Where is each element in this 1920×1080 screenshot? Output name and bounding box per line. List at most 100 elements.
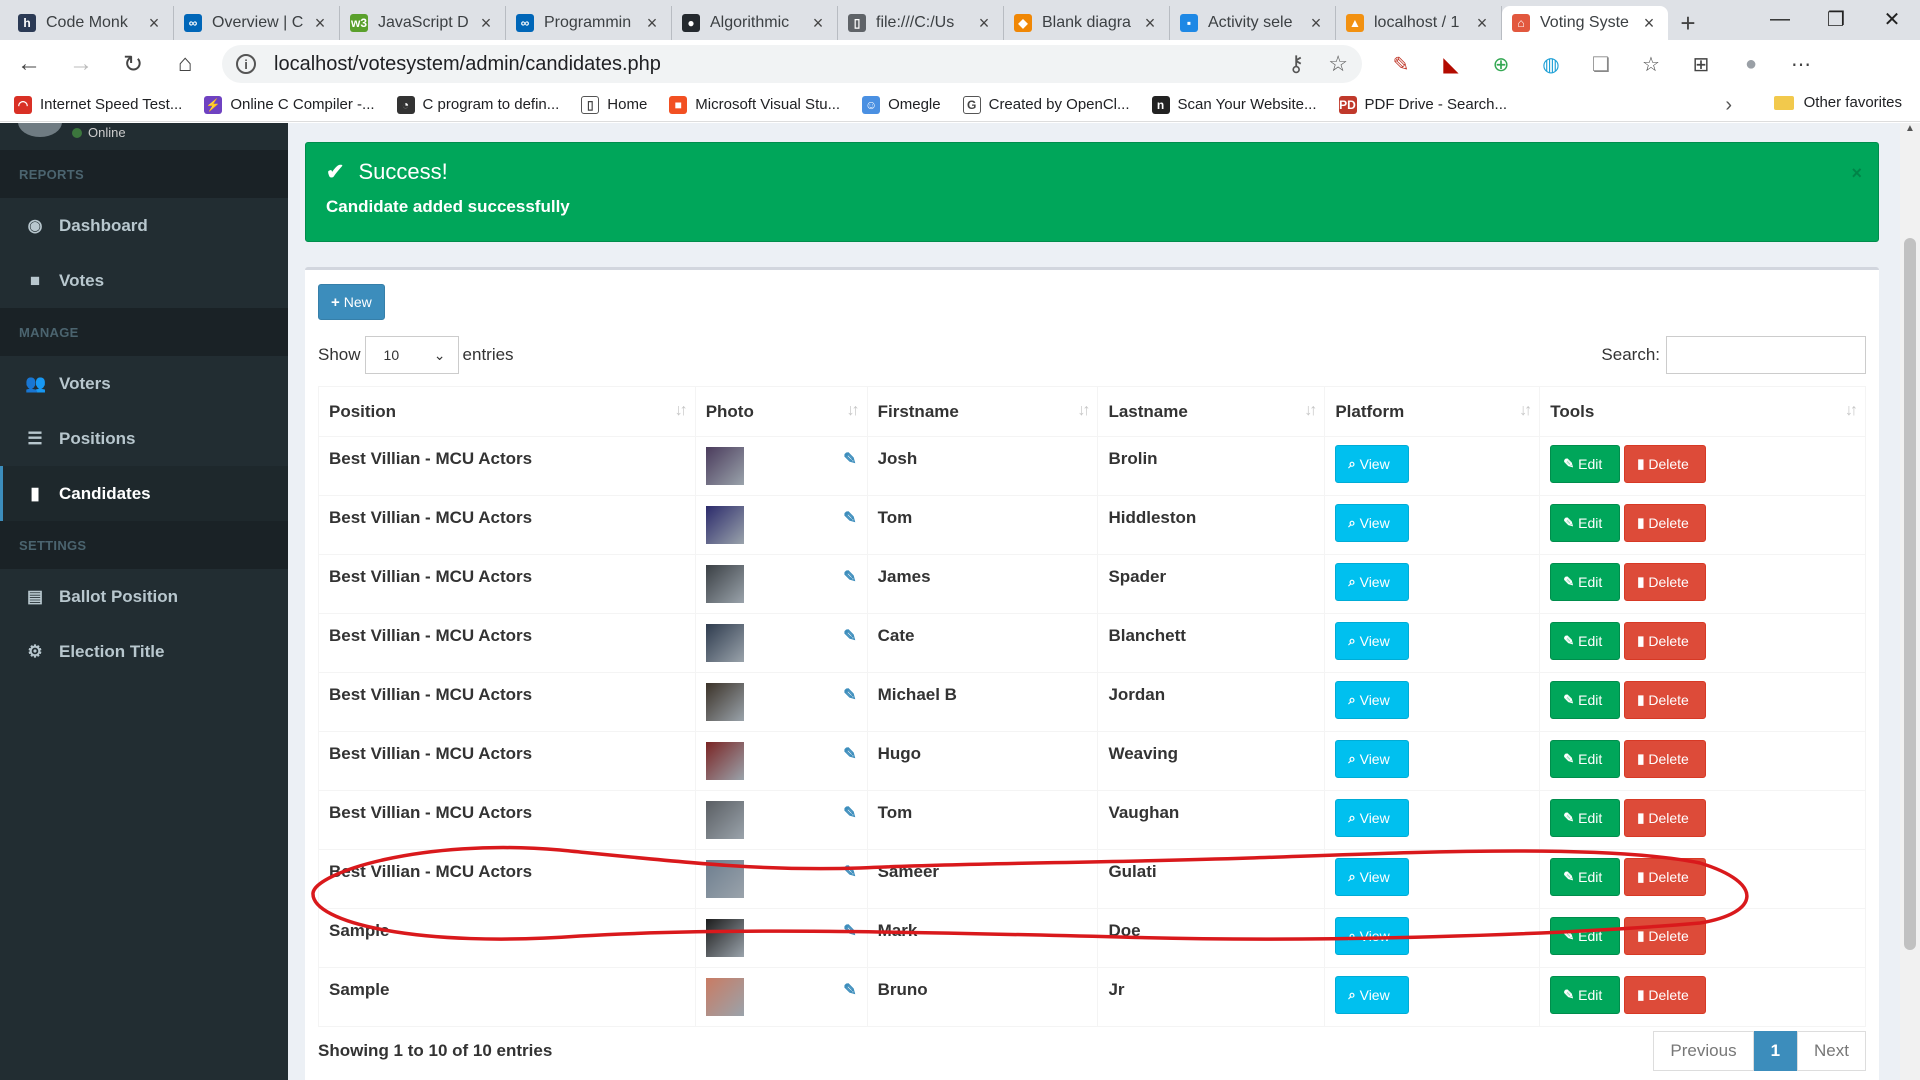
delete-button[interactable]: ▮ Delete <box>1624 858 1707 896</box>
column-header-platform[interactable]: Platform ↓↑ <box>1324 386 1541 437</box>
collections-icon[interactable]: ⊞ <box>1676 44 1726 84</box>
new-candidate-button[interactable]: + New <box>318 284 385 320</box>
edit-button[interactable]: ✎ Edit <box>1550 622 1621 660</box>
delete-button[interactable]: ▮ Delete <box>1624 622 1707 660</box>
bookmark-item[interactable]: ◠ Internet Speed Test... <box>14 95 182 114</box>
view-platform-button[interactable]: ⌕ View <box>1335 504 1410 542</box>
edit-button[interactable]: ✎ Edit <box>1550 740 1621 778</box>
profile-icon[interactable]: ● <box>1726 44 1776 84</box>
home-icon[interactable]: ⌂ <box>162 44 208 84</box>
browser-tab[interactable]: ∞ Programmin × <box>506 6 672 40</box>
delete-button[interactable]: ▮ Delete <box>1624 681 1707 719</box>
pdf-extension-icon[interactable]: ◣ <box>1426 44 1476 84</box>
bookmark-item[interactable]: G Created by OpenCl... <box>962 95 1130 114</box>
edit-button[interactable]: ✎ Edit <box>1550 563 1621 601</box>
bookmark-item[interactable]: ◔ C program to defin... <box>396 95 559 114</box>
tab-close-icon[interactable]: × <box>643 13 661 34</box>
edit-photo-icon[interactable]: ✎ <box>843 980 856 1000</box>
bookmark-item[interactable]: ■ Microsoft Visual Stu... <box>669 95 840 114</box>
bookmark-item[interactable]: n Scan Your Website... <box>1151 95 1317 114</box>
view-platform-button[interactable]: ⌕ View <box>1335 445 1410 483</box>
edit-button[interactable]: ✎ Edit <box>1550 681 1621 719</box>
view-platform-button[interactable]: ⌕ View <box>1335 976 1410 1014</box>
site-info-icon[interactable]: i <box>236 54 256 74</box>
scrollbar-thumb[interactable] <box>1904 238 1916 950</box>
star-icon[interactable]: ☆ <box>1328 51 1348 77</box>
column-header-lastname[interactable]: Lastname ↓↑ <box>1097 386 1326 437</box>
column-header-firstname[interactable]: Firstname ↓↑ <box>866 386 1099 437</box>
edit-photo-icon[interactable]: ✎ <box>843 508 856 528</box>
other-favorites[interactable]: Other favorites <box>1773 94 1902 111</box>
url-field[interactable]: i localhost/votesystem/admin/candidates.… <box>222 45 1362 83</box>
bookmark-item[interactable]: PD PDF Drive - Search... <box>1338 95 1507 114</box>
tab-close-icon[interactable]: × <box>1640 13 1658 34</box>
url-text[interactable]: localhost/votesystem/admin/candidates.ph… <box>274 53 1264 76</box>
sidebar-item-positions[interactable]: ☰ Positions <box>0 411 288 466</box>
edit-photo-icon[interactable]: ✎ <box>843 803 856 823</box>
key-icon[interactable]: ⚷ <box>1288 51 1304 77</box>
view-platform-button[interactable]: ⌕ View <box>1335 799 1410 837</box>
edit-photo-icon[interactable]: ✎ <box>843 921 856 941</box>
previous-page-button[interactable]: Previous <box>1653 1031 1754 1071</box>
view-platform-button[interactable]: ⌕ View <box>1335 917 1410 955</box>
sidebar-item-votes[interactable]: ■ Votes <box>0 253 288 308</box>
close-window-icon[interactable]: ✕ <box>1864 0 1920 38</box>
edit-button[interactable]: ✎ Edit <box>1550 858 1621 896</box>
edit-button[interactable]: ✎ Edit <box>1550 504 1621 542</box>
next-page-button[interactable]: Next <box>1797 1031 1866 1071</box>
page-1-button[interactable]: 1 <box>1753 1031 1798 1071</box>
delete-button[interactable]: ▮ Delete <box>1624 740 1707 778</box>
browser-tab[interactable]: ▪ Activity sele × <box>1170 6 1336 40</box>
bookmark-item[interactable]: ☺ Omegle <box>862 95 941 114</box>
tab-close-icon[interactable]: × <box>1473 13 1491 34</box>
browser-tab[interactable]: ∞ Overview | C × <box>174 6 340 40</box>
browser-tab[interactable]: w3 JavaScript D × <box>340 6 506 40</box>
sidebar-item-dashboard[interactable]: ◉ Dashboard <box>0 198 288 253</box>
alert-close-button[interactable]: × <box>1851 163 1862 184</box>
collections-extension-icon[interactable]: ❏ <box>1576 44 1626 84</box>
edge-extension-icon[interactable]: ◍ <box>1526 44 1576 84</box>
browser-tab[interactable]: ▲ localhost / 1 × <box>1336 6 1502 40</box>
edit-button[interactable]: ✎ Edit <box>1550 976 1621 1014</box>
delete-button[interactable]: ▮ Delete <box>1624 917 1707 955</box>
column-header-tools[interactable]: Tools ↓↑ <box>1539 386 1866 437</box>
sidebar-item-candidates[interactable]: ▮ Candidates <box>0 466 288 521</box>
tab-close-icon[interactable]: × <box>809 13 827 34</box>
bookmark-item[interactable]: ⚡ Online C Compiler -... <box>204 95 375 114</box>
sidebar-item-ballot-position[interactable]: ▤ Ballot Position <box>0 569 288 624</box>
edit-photo-icon[interactable]: ✎ <box>843 744 856 764</box>
sidebar-item-voters[interactable]: 👥 Voters <box>0 356 288 411</box>
tab-close-icon[interactable]: × <box>145 13 163 34</box>
search-input[interactable] <box>1666 336 1866 374</box>
minimize-icon[interactable]: — <box>1752 0 1808 38</box>
view-platform-button[interactable]: ⌕ View <box>1335 740 1410 778</box>
restore-icon[interactable]: ❐ <box>1808 0 1864 38</box>
delete-button[interactable]: ▮ Delete <box>1624 445 1707 483</box>
tab-close-icon[interactable]: × <box>311 13 329 34</box>
edit-photo-icon[interactable]: ✎ <box>843 685 856 705</box>
edit-photo-icon[interactable]: ✎ <box>843 449 856 469</box>
delete-button[interactable]: ▮ Delete <box>1624 976 1707 1014</box>
view-platform-button[interactable]: ⌕ View <box>1335 563 1410 601</box>
add-extension-icon[interactable]: ⊕ <box>1476 44 1526 84</box>
view-platform-button[interactable]: ⌕ View <box>1335 858 1410 896</box>
edit-button[interactable]: ✎ Edit <box>1550 917 1621 955</box>
tab-close-icon[interactable]: × <box>1307 13 1325 34</box>
reload-icon[interactable]: ↻ <box>110 44 156 84</box>
browser-tab[interactable]: ⌂ Voting Syste × <box>1502 6 1668 40</box>
edit-button[interactable]: ✎ Edit <box>1550 799 1621 837</box>
column-header-photo[interactable]: Photo ↓↑ <box>694 386 868 437</box>
delete-button[interactable]: ▮ Delete <box>1624 504 1707 542</box>
page-scrollbar[interactable]: ▲ <box>1900 123 1920 1080</box>
more-menu-icon[interactable]: ⋯ <box>1776 44 1826 84</box>
browser-tab[interactable]: h Code Monk × <box>8 6 174 40</box>
entries-select[interactable]: 10 ⌄ <box>364 336 459 374</box>
view-platform-button[interactable]: ⌕ View <box>1335 681 1410 719</box>
edit-photo-icon[interactable]: ✎ <box>843 567 856 587</box>
chevron-right-icon[interactable]: › <box>1725 94 1732 117</box>
extension-icon[interactable]: ✎ <box>1376 44 1426 84</box>
view-platform-button[interactable]: ⌕ View <box>1335 622 1410 660</box>
sidebar-item-election-title[interactable]: ⚙ Election Title <box>0 624 288 679</box>
tab-close-icon[interactable]: × <box>477 13 495 34</box>
browser-tab[interactable]: ◆ Blank diagra × <box>1004 6 1170 40</box>
